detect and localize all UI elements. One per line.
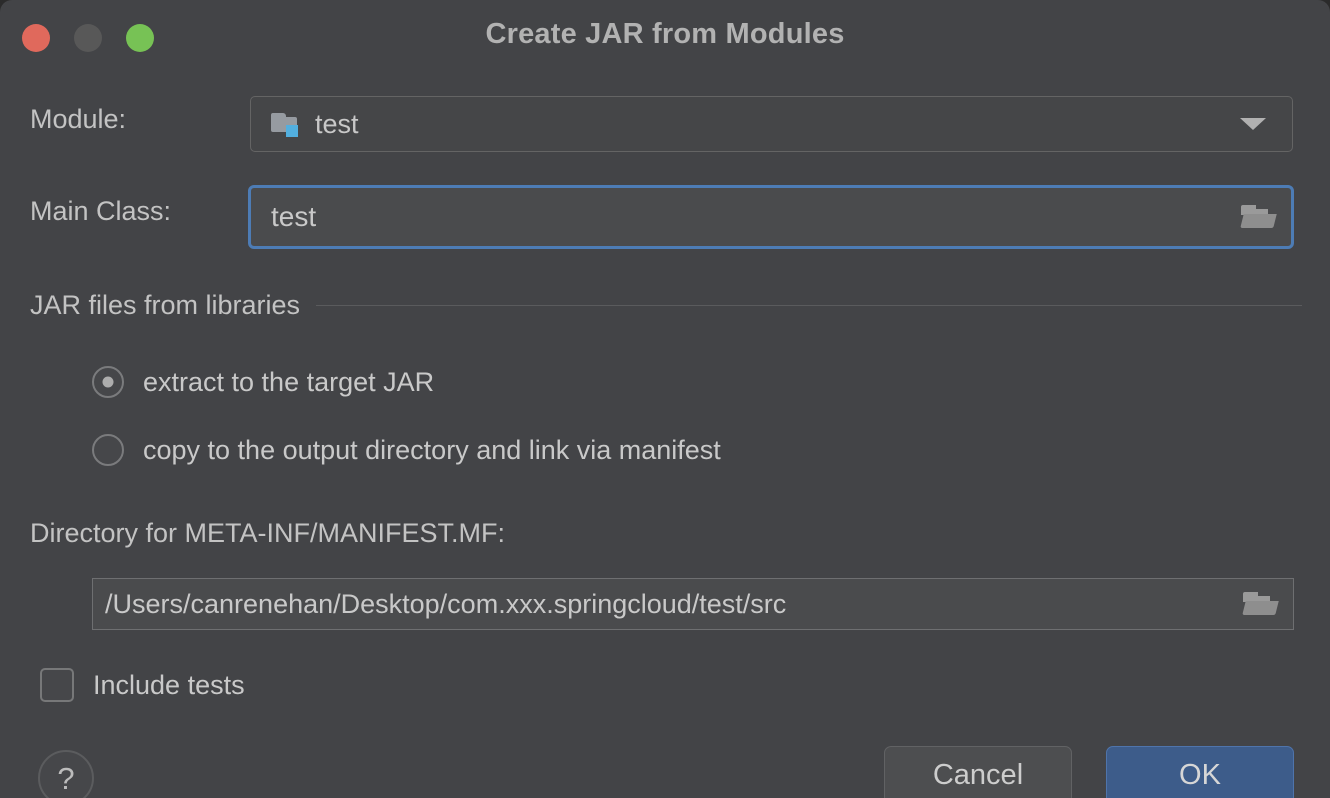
open-folder-icon[interactable] [1240, 204, 1277, 230]
radio-copy-label: copy to the output directory and link vi… [143, 434, 721, 465]
create-jar-dialog: Create JAR from Modules Module: test Mai… [0, 0, 1330, 798]
module-combobox[interactable]: test [250, 96, 1293, 152]
module-folder-icon [271, 111, 301, 137]
include-tests-row[interactable]: Include tests [40, 668, 245, 702]
include-tests-checkbox[interactable] [40, 668, 74, 702]
module-label: Module: [30, 104, 127, 134]
radio-extract-to-target-jar[interactable]: extract to the target JAR [92, 366, 434, 398]
module-label-row: Module: [30, 104, 126, 135]
manifest-directory-label: Directory for META-INF/MANIFEST.MF: [30, 518, 506, 548]
manifest-directory-value: /Users/canrenehan/Desktop/com.xxx.spring… [105, 588, 787, 619]
module-selected-value: test [315, 108, 359, 139]
cancel-button[interactable]: Cancel [884, 746, 1072, 798]
title-bar: Create JAR from Modules [0, 0, 1330, 72]
section-divider [316, 305, 1302, 306]
libraries-section-header: JAR files from libraries [30, 290, 1302, 321]
radio-selected-icon[interactable] [92, 366, 124, 398]
main-class-value: test [271, 201, 317, 232]
main-class-input[interactable]: test [248, 185, 1294, 249]
help-button[interactable]: ? [38, 750, 94, 798]
manifest-directory-input[interactable]: /Users/canrenehan/Desktop/com.xxx.spring… [92, 578, 1294, 630]
libraries-section-title: JAR files from libraries [30, 290, 301, 320]
main-class-label-row: Main Class: [30, 196, 171, 227]
open-folder-icon[interactable] [1242, 591, 1279, 617]
dialog-title: Create JAR from Modules [485, 18, 845, 50]
radio-copy-to-output-directory[interactable]: copy to the output directory and link vi… [92, 434, 721, 466]
ok-button[interactable]: OK [1106, 746, 1294, 798]
radio-unselected-icon[interactable] [92, 434, 124, 466]
main-class-label: Main Class: [30, 196, 172, 226]
radio-extract-label: extract to the target JAR [143, 366, 435, 397]
chevron-down-icon[interactable] [1240, 118, 1266, 130]
include-tests-label: Include tests [93, 669, 245, 700]
